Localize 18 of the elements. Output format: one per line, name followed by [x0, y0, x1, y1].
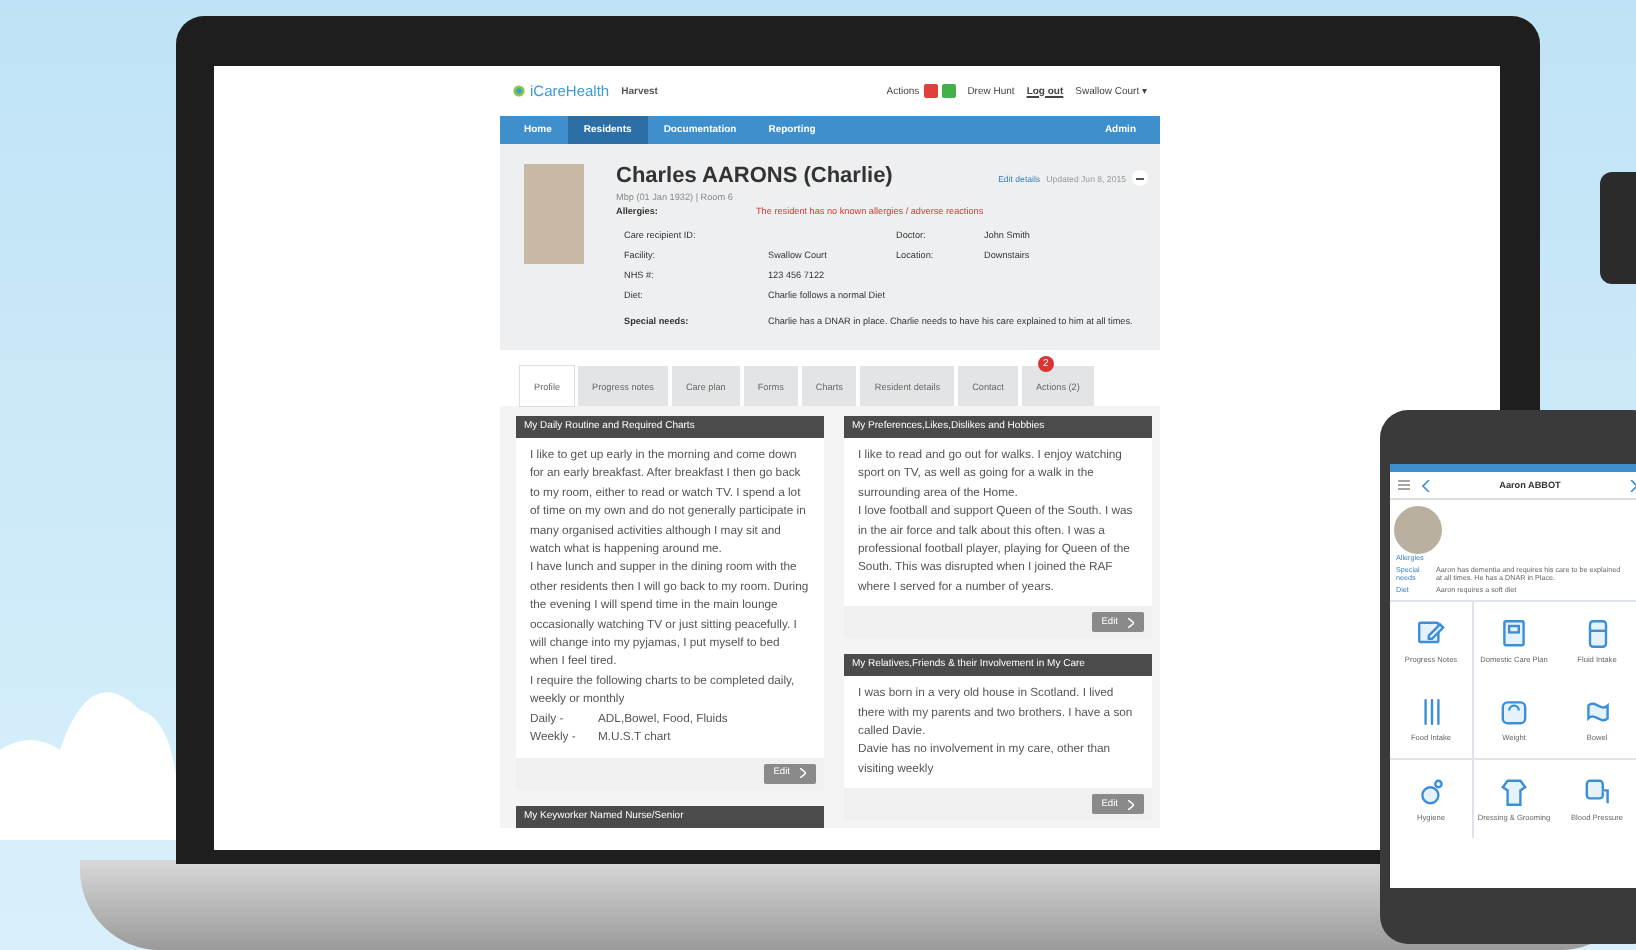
- resident-name: Charles AARONS (Charlie): [616, 164, 893, 188]
- notes-icon: [1415, 617, 1447, 649]
- weight-icon: [1498, 696, 1530, 728]
- chevron-icon: [800, 768, 806, 778]
- minus-icon: [1136, 178, 1144, 180]
- collapse-button[interactable]: [1132, 170, 1148, 186]
- dressing-icon: [1498, 775, 1530, 807]
- avatar: [1394, 506, 1442, 554]
- chevron-icon: [1128, 617, 1134, 628]
- status-badge[interactable]: [941, 84, 956, 98]
- chevron-icon: [1128, 799, 1134, 810]
- back-icon[interactable]: [1422, 479, 1430, 491]
- photo-placeholder: [524, 164, 584, 264]
- status-badge[interactable]: [923, 84, 938, 98]
- logo-icon: [512, 84, 526, 98]
- menu-icon[interactable]: [1398, 480, 1410, 490]
- forward-icon[interactable]: [1630, 479, 1636, 491]
- plan-icon: [1498, 617, 1530, 649]
